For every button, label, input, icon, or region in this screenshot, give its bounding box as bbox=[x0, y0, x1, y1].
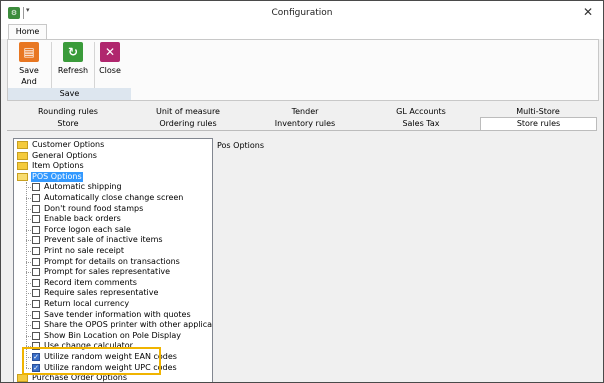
close-icon: ✕ bbox=[100, 42, 120, 62]
checkbox[interactable] bbox=[32, 321, 40, 330]
checkbox[interactable] bbox=[32, 194, 40, 202]
detail-heading: Pos Options bbox=[217, 141, 265, 150]
tree-option-label: Force logon each sale bbox=[44, 224, 131, 234]
configuration-window: ⚙ ▾ Configuration ✕ Home ▤ Save And Clos… bbox=[0, 0, 604, 383]
close-button[interactable]: ✕ Close bbox=[96, 42, 124, 76]
tree-option-label: Show Bin Location on Pole Display bbox=[44, 330, 181, 340]
checkbox[interactable] bbox=[32, 215, 40, 224]
tab-ordering-rules[interactable]: Ordering rules bbox=[129, 118, 247, 130]
tree-connector-line bbox=[26, 182, 27, 369]
tab-sales-tax[interactable]: Sales Tax bbox=[363, 118, 479, 130]
store-rules-panel: Customer Options General Options Item Opti… bbox=[7, 130, 597, 382]
tree-folder-label: POS Options bbox=[31, 171, 83, 182]
checkbox[interactable] bbox=[32, 204, 40, 213]
tree-option-label: Record item comments bbox=[44, 277, 137, 287]
checkbox[interactable] bbox=[32, 268, 40, 277]
checkbox[interactable] bbox=[32, 225, 40, 234]
tree-option-label: Return local currency bbox=[44, 299, 130, 308]
tree-option-label: Print no sale receipt bbox=[44, 246, 125, 255]
tab-gl-accounts[interactable]: GL Accounts bbox=[363, 106, 479, 118]
tab-rounding-rules[interactable]: Rounding rules bbox=[7, 106, 129, 118]
tree-option-label: Require sales representative bbox=[44, 288, 159, 298]
tree-option-label: Share the OPOS printer with other applic… bbox=[44, 320, 213, 330]
tree-option-label: Prompt for details on transactions bbox=[44, 256, 180, 266]
save-icon: ▤ bbox=[19, 42, 39, 62]
checkbox[interactable] bbox=[32, 331, 40, 340]
tab-unit-of-measure[interactable]: Unit of measure bbox=[129, 106, 247, 118]
tree-option-label: Automatic shipping bbox=[44, 182, 122, 192]
tab-inventory-rules[interactable]: Inventory rules bbox=[247, 118, 363, 130]
folder-open-icon bbox=[17, 172, 28, 181]
tree-option-label: Prevent sale of inactive items bbox=[44, 235, 163, 245]
tree-folder-label: General Options bbox=[32, 150, 97, 160]
close-label: Close bbox=[99, 66, 121, 75]
folder-icon bbox=[17, 151, 28, 160]
title-bar: ⚙ ▾ Configuration ✕ bbox=[1, 1, 603, 24]
checkbox[interactable] bbox=[32, 289, 40, 298]
tree-folder-label: Item Options bbox=[32, 161, 84, 171]
refresh-label: Refresh bbox=[57, 66, 89, 75]
tab-tender[interactable]: Tender bbox=[247, 106, 363, 118]
window-close-icon[interactable]: ✕ bbox=[583, 5, 593, 19]
checkbox[interactable] bbox=[32, 247, 40, 255]
folder-icon bbox=[17, 162, 28, 171]
tab-store[interactable]: Store bbox=[7, 118, 129, 130]
checkbox[interactable] bbox=[32, 257, 40, 266]
tree-option-label: Save tender information with quotes bbox=[44, 309, 191, 319]
ribbon-panel: ▤ Save And Close ↻ Refresh ✕ Close Save bbox=[7, 39, 599, 101]
ribbon-tab-home[interactable]: Home bbox=[8, 24, 47, 39]
tree-option-label: Automatically close change screen bbox=[44, 193, 184, 202]
checkbox[interactable] bbox=[32, 310, 40, 319]
settings-tab-strip: Rounding rules Unit of measure Tender GL… bbox=[7, 106, 597, 131]
tree-option-label: Enable back orders bbox=[44, 214, 121, 224]
tree-option-label: Don't round food stamps bbox=[44, 203, 144, 213]
tree-folder-label: Customer Options bbox=[32, 140, 105, 149]
refresh-button[interactable]: ↻ Refresh bbox=[55, 42, 91, 76]
window-title: Configuration bbox=[271, 8, 333, 18]
folder-icon bbox=[17, 141, 28, 149]
ribbon-group-label: Save bbox=[8, 88, 131, 100]
ribbon-tab-strip: Home bbox=[1, 24, 603, 39]
checkbox[interactable] bbox=[32, 300, 40, 308]
checkbox[interactable] bbox=[32, 278, 40, 287]
folder-icon bbox=[17, 374, 28, 382]
tab-store-rules[interactable]: Store rules bbox=[480, 117, 597, 131]
tab-row-bottom: Store Ordering rules Inventory rules Sal… bbox=[7, 117, 597, 131]
checkbox[interactable] bbox=[32, 183, 40, 192]
refresh-icon: ↻ bbox=[63, 42, 83, 62]
highlight-box bbox=[22, 347, 161, 375]
checkbox[interactable] bbox=[32, 236, 40, 245]
tree-option-label: Prompt for sales representative bbox=[44, 267, 171, 277]
